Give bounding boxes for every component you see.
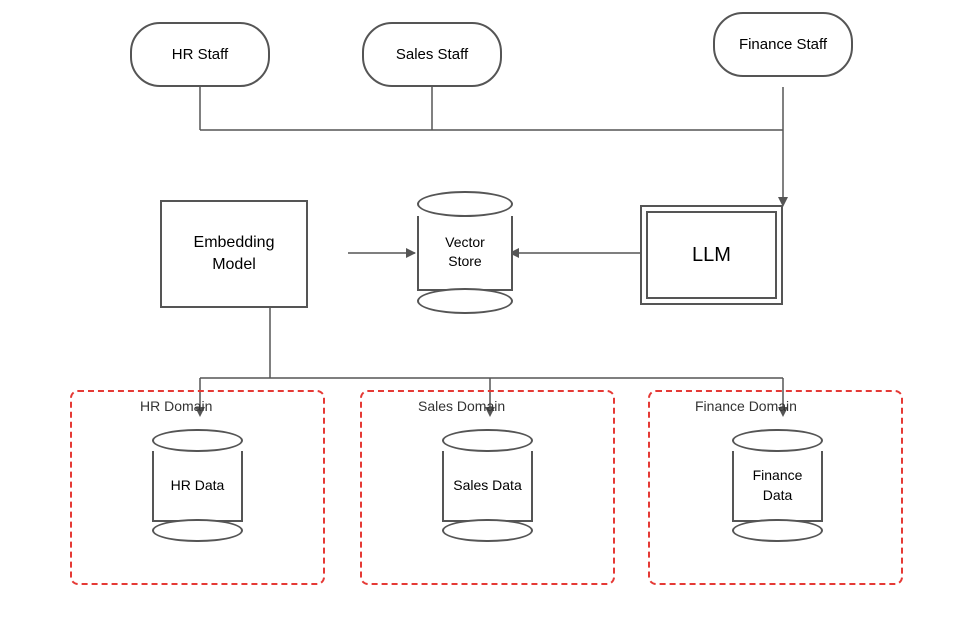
hr-domain-label: HR Domain <box>140 398 212 414</box>
finance-staff-label: Finance Staff <box>739 36 827 53</box>
sales-domain-label: Sales Domain <box>418 398 505 414</box>
finance-data-label: FinanceData <box>753 466 803 505</box>
llm-node: LLM <box>640 205 783 305</box>
diagram: HR Staff Sales Staff Finance Staff Embed… <box>0 0 961 622</box>
hr-data-node: HR Data <box>150 428 245 543</box>
finance-data-node: FinanceData <box>730 428 825 543</box>
llm-label: LLM <box>692 241 731 269</box>
hr-data-label: HR Data <box>171 476 225 496</box>
vector-store-node: VectorStore <box>415 190 515 315</box>
embedding-model-node: EmbeddingModel <box>160 200 308 308</box>
hr-staff-node: HR Staff <box>130 22 270 87</box>
vector-store-label: VectorStore <box>445 233 485 272</box>
finance-domain-label: Finance Domain <box>695 398 797 414</box>
finance-staff-node: Finance Staff <box>713 12 853 77</box>
sales-staff-node: Sales Staff <box>362 22 502 87</box>
embedding-model-label: EmbeddingModel <box>194 232 275 277</box>
hr-staff-label: HR Staff <box>172 46 228 63</box>
sales-staff-label: Sales Staff <box>396 46 468 63</box>
sales-data-label: Sales Data <box>453 476 521 496</box>
sales-data-node: Sales Data <box>440 428 535 543</box>
